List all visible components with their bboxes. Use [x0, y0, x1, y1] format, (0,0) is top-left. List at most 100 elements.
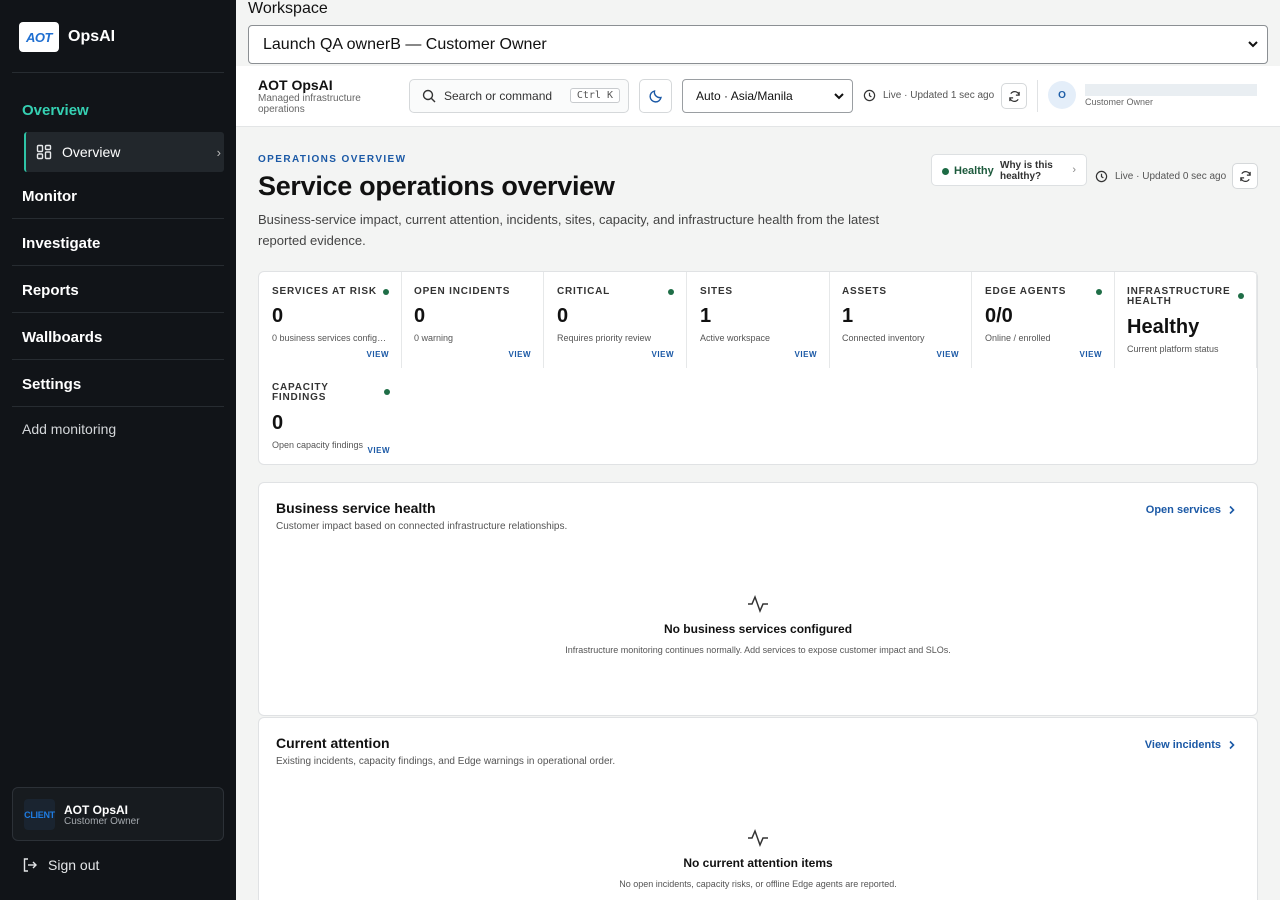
chevron-right-icon: ›	[1072, 164, 1076, 176]
live-status: Live · Updated 1 sec ago	[863, 89, 994, 102]
kpi-caption: Requires priority review	[557, 333, 652, 343]
topbar-title: AOT OpsAI	[258, 77, 333, 93]
theme-toggle-button[interactable]	[639, 79, 672, 113]
status-dot	[1096, 289, 1102, 295]
kpi-view-link[interactable]: VIEW	[652, 350, 674, 359]
panel-title: Business service health	[276, 500, 436, 516]
kpi-assets: ASSETS 1 Connected inventory VIEW	[829, 272, 972, 368]
kpi-caption: 0 business services configured	[272, 333, 390, 343]
sign-out-label: Sign out	[48, 857, 100, 873]
client-card[interactable]: CLIENT AOT OpsAI Customer Owner	[12, 787, 224, 841]
search-shortcut: Ctrl K	[569, 88, 620, 103]
user-role: Customer Owner	[1085, 97, 1154, 107]
kpi-label: ASSETS	[842, 286, 887, 297]
kpi-value: Healthy	[1127, 316, 1200, 338]
nav-section-overview[interactable]: Overview	[22, 102, 89, 119]
status-dot	[942, 168, 949, 175]
nav-section-monitor[interactable]: Monitor	[22, 188, 77, 205]
activity-icon	[259, 594, 1257, 614]
kpi-label: SERVICES AT RISK	[272, 286, 377, 297]
client-logo: CLIENT	[24, 799, 55, 830]
avatar[interactable]: O	[1048, 81, 1076, 109]
view-incidents-label: View incidents	[1144, 739, 1221, 751]
divider	[12, 265, 224, 266]
kpi-caption: Active workspace	[700, 333, 771, 343]
brand[interactable]: AOT OpsAI	[19, 22, 115, 52]
kpi-open-incidents: OPEN INCIDENTS 0 0 warning VIEW	[401, 272, 544, 368]
nav-section-reports[interactable]: Reports	[22, 282, 79, 299]
divider	[12, 406, 224, 407]
divider	[12, 218, 224, 219]
panel-title: Current attention	[276, 735, 390, 751]
kpi-critical: CRITICAL 0 Requires priority review VIEW	[544, 272, 687, 368]
page-title: Service operations overview	[258, 171, 615, 201]
empty-state: No business services configured Infrastr…	[259, 594, 1257, 655]
live-status-text: Live · Updated 1 sec ago	[883, 90, 995, 101]
page-live-status: Live · Updated 0 sec ago	[1095, 170, 1226, 183]
workspace-selected: Launch QA ownerB — Customer Owner	[263, 35, 547, 53]
kpi-label: EDGE AGENTS	[985, 286, 1067, 297]
clock-icon	[863, 89, 876, 102]
status-dot	[1238, 293, 1244, 299]
current-attention-panel: Current attention Existing incidents, ca…	[258, 717, 1258, 900]
kpi-capacity-findings: CAPACITY FINDINGS 0 Open capacity findin…	[259, 368, 402, 464]
kpi-infrastructure-health: INFRASTRUCTURE HEALTH Healthy Current pl…	[1114, 272, 1257, 368]
open-services-link[interactable]: Open services	[1146, 504, 1237, 516]
divider	[12, 72, 224, 73]
kpi-label: CAPACITY FINDINGS	[272, 382, 329, 403]
add-monitoring-link[interactable]: Add monitoring	[22, 421, 116, 437]
nav-section-investigate[interactable]: Investigate	[22, 235, 100, 252]
sign-out-icon	[23, 858, 37, 872]
status-dot	[383, 289, 389, 295]
sign-out-button[interactable]: Sign out	[22, 857, 99, 873]
empty-title: No business services configured	[663, 622, 853, 636]
chevron-right-icon	[1229, 740, 1235, 750]
kpi-view-link[interactable]: VIEW	[509, 350, 531, 359]
kpi-view-link[interactable]: VIEW	[937, 350, 959, 359]
workspace-select[interactable]: Launch QA ownerB — Customer Owner	[248, 25, 1268, 64]
health-status-button[interactable]: Healthy Why is this healthy? ›	[931, 154, 1087, 186]
chevron-right-icon: ›	[216, 144, 221, 160]
kpi-caption: Online / enrolled	[985, 333, 1051, 343]
kpi-caption: Connected inventory	[842, 333, 925, 343]
panel-subtitle: Existing incidents, capacity findings, a…	[276, 756, 616, 767]
empty-subtitle: No open incidents, capacity risks, or of…	[619, 879, 897, 889]
brand-logo-text: AOT	[26, 29, 52, 45]
nav-section-wallboards[interactable]: Wallboards	[22, 329, 102, 346]
kpi-sites: SITES 1 Active workspace VIEW	[687, 272, 830, 368]
kpi-value: 0	[414, 305, 426, 327]
page-eyebrow: OPERATIONS OVERVIEW	[258, 154, 407, 165]
kpi-edge-agents: EDGE AGENTS 0/0 Online / enrolled VIEW	[972, 272, 1115, 368]
health-status: Healthy	[954, 165, 994, 177]
empty-title: No current attention items	[683, 856, 833, 870]
client-logo-text: CLIENT	[24, 809, 55, 820]
kpi-view-link[interactable]: VIEW	[795, 350, 817, 359]
panel-subtitle: Customer impact based on connected infra…	[276, 521, 568, 532]
timezone-select[interactable]: Auto · Asia/Manila	[682, 79, 853, 113]
empty-state: No current attention items No open incid…	[259, 828, 1257, 889]
search-icon	[422, 89, 436, 103]
search-input[interactable]: Search or command Ctrl K	[409, 79, 629, 113]
view-incidents-link[interactable]: View incidents	[1145, 739, 1237, 751]
refresh-button[interactable]	[1001, 83, 1027, 109]
client-role: Customer Owner	[64, 816, 140, 827]
moon-icon	[648, 90, 662, 103]
nav-item-overview[interactable]: Overview ›	[24, 132, 224, 172]
nav-section-settings[interactable]: Settings	[22, 376, 81, 393]
user-name-placeholder	[1085, 84, 1257, 96]
kpi-view-link[interactable]: VIEW	[1080, 350, 1102, 359]
business-service-health-panel: Business service health Customer impact …	[258, 482, 1258, 716]
kpi-view-link[interactable]: VIEW	[367, 350, 389, 359]
status-dot	[668, 289, 674, 295]
clock-icon	[1095, 170, 1108, 183]
page-refresh-button[interactable]	[1232, 163, 1258, 189]
page-live-status-text: Live · Updated 0 sec ago	[1115, 171, 1227, 182]
nav-item-label: Overview	[62, 144, 121, 160]
page-description: Business-service impact, current attenti…	[258, 212, 880, 248]
chevron-down-icon	[834, 93, 844, 100]
kpi-view-link[interactable]: VIEW	[368, 446, 390, 455]
kpi-value: 1	[700, 305, 712, 327]
topbar-subtitle: Managed infrastructure operations	[258, 93, 361, 115]
divider	[12, 312, 224, 313]
kpi-caption: 0 warning	[414, 333, 454, 343]
